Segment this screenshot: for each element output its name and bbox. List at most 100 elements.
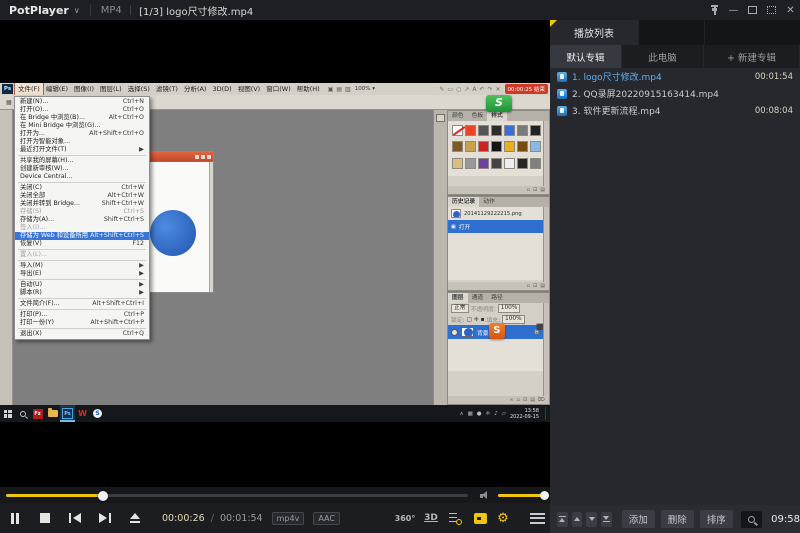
- vr-360-button[interactable]: 360°: [390, 503, 420, 533]
- file-menu-item-18[interactable]: 置入(L)...: [15, 251, 149, 259]
- style-swatch-13[interactable]: [530, 141, 541, 152]
- ps-menu-9[interactable]: 窗口(W): [263, 83, 294, 95]
- style-swatch-12[interactable]: [517, 141, 528, 152]
- close-button[interactable]: ✕: [781, 0, 800, 20]
- minimize-button[interactable]: —: [724, 0, 743, 20]
- pause-button[interactable]: [0, 503, 30, 533]
- seek-handle[interactable]: [98, 491, 108, 501]
- move-bottom-button[interactable]: [601, 512, 612, 527]
- move-up-button[interactable]: [572, 512, 583, 527]
- style-swatch-19[interactable]: [517, 158, 528, 169]
- file-menu-item-2[interactable]: 在 Bridge 中浏览(B)...Alt+Ctrl+O: [15, 114, 149, 122]
- file-menu-item-0[interactable]: 新建(N)...Ctrl+N: [15, 98, 149, 106]
- style-swatch-2[interactable]: [478, 125, 489, 136]
- ps-menu-8[interactable]: 视图(V): [235, 83, 264, 95]
- file-menu-item-4[interactable]: 打开为...Alt+Shift+Ctrl+O: [15, 130, 149, 138]
- ps-menu-5[interactable]: 滤镜(T): [153, 83, 181, 95]
- ps-menu-2[interactable]: 图像(I): [71, 83, 97, 95]
- view-3d-button[interactable]: 3D: [420, 503, 442, 533]
- tab-new-album[interactable]: + 新建专辑: [704, 45, 800, 68]
- file-menu-item-13[interactable]: 存储(S)Ctrl+S: [15, 208, 149, 216]
- style-swatch-9[interactable]: [478, 141, 489, 152]
- panel-tab-样式[interactable]: 样式: [487, 111, 507, 121]
- video-display[interactable]: Ps 文件(F)编辑(E)图像(I)图层(L)选择(S)滤镜(T)分析(A)3D…: [0, 20, 550, 487]
- panel-tab-历史记录[interactable]: 历史记录: [448, 197, 479, 207]
- ps-menu-10[interactable]: 帮助(H): [294, 83, 323, 95]
- settings-gear-icon[interactable]: ⚙: [492, 503, 514, 533]
- style-swatch-5[interactable]: [517, 125, 528, 136]
- file-menu-item-14[interactable]: 存储为(A)...Shift+Ctrl+S: [15, 216, 149, 224]
- maximize-button[interactable]: [743, 0, 762, 20]
- delete-button[interactable]: 删除: [661, 510, 694, 528]
- file-menu-item-10[interactable]: 关闭(C)Ctrl+W: [15, 184, 149, 192]
- style-swatch-8[interactable]: [465, 141, 476, 152]
- ps-menu-3[interactable]: 图层(L): [97, 83, 125, 95]
- style-swatch-3[interactable]: [491, 125, 502, 136]
- file-menu-item-8[interactable]: 创建新审核(W)...: [15, 165, 149, 173]
- style-swatch-15[interactable]: [465, 158, 476, 169]
- move-down-button[interactable]: [586, 512, 597, 527]
- file-menu-item-6[interactable]: 最近打开文件(T)▶: [15, 146, 149, 154]
- chevron-down-icon[interactable]: ∨: [74, 6, 80, 15]
- hamburger-menu-icon[interactable]: [524, 503, 550, 533]
- file-menu-item-11[interactable]: 关闭全部Alt+Ctrl+W: [15, 192, 149, 200]
- file-menu-item-9[interactable]: Device Central...: [15, 173, 149, 181]
- playlist-search-button[interactable]: [444, 503, 466, 533]
- previous-button[interactable]: [60, 503, 90, 533]
- style-swatch-10[interactable]: [491, 141, 502, 152]
- panel-tab-通道[interactable]: 通道: [468, 293, 488, 303]
- playlist-item-2[interactable]: 2. QQ录屏20220915163414.mp4: [550, 85, 800, 102]
- file-menu-item-5[interactable]: 打开为智能对象...: [15, 138, 149, 146]
- file-menu-item-1[interactable]: 打开(O)...Ctrl+O: [15, 106, 149, 114]
- style-swatch-18[interactable]: [504, 158, 515, 169]
- tab-playlist[interactable]: 播放列表: [550, 20, 638, 45]
- sort-button[interactable]: 排序: [700, 510, 733, 528]
- playlist-item-1[interactable]: 1. logo尺寸修改.mp400:01:54: [550, 68, 800, 85]
- file-menu-item-26[interactable]: 退出(X)Ctrl+Q: [15, 330, 149, 338]
- panel-tab-动作[interactable]: 动作: [479, 197, 499, 207]
- panel-tab-路径[interactable]: 路径: [487, 293, 507, 303]
- stop-button[interactable]: [30, 503, 60, 533]
- file-menu-item-16[interactable]: 存储为 Web 和设备所用格式(D)...Alt+Shift+Ctrl+S: [15, 232, 149, 240]
- panel-tab-图层[interactable]: 图层: [448, 293, 468, 303]
- ps-menu-4[interactable]: 选择(S): [125, 83, 153, 95]
- file-menu-item-19[interactable]: 导入(M)▶: [15, 262, 149, 270]
- seek-bar[interactable]: [6, 494, 468, 497]
- volume-handle[interactable]: [540, 491, 549, 500]
- file-menu-item-23[interactable]: 文件简介(F)...Alt+Shift+Ctrl+I: [15, 300, 149, 308]
- style-swatch-11[interactable]: [504, 141, 515, 152]
- file-menu-item-17[interactable]: 恢复(V)F12: [15, 240, 149, 248]
- file-menu-item-3[interactable]: 在 Mini Bridge 中浏览(G)...: [15, 122, 149, 130]
- ps-menu-7[interactable]: 3D(D): [209, 83, 234, 95]
- speaker-icon[interactable]: [480, 491, 490, 500]
- open-file-button[interactable]: [120, 503, 150, 533]
- style-swatch-20[interactable]: [530, 158, 541, 169]
- ps-menu-6[interactable]: 分析(A): [181, 83, 210, 95]
- fullscreen-button[interactable]: [762, 0, 781, 20]
- file-menu-item-22[interactable]: 脚本(R)▶: [15, 289, 149, 297]
- ps-menu-1[interactable]: 编辑(E): [43, 83, 71, 95]
- file-menu-item-15[interactable]: 签入(I)...: [15, 224, 149, 232]
- style-swatch-6[interactable]: [530, 125, 541, 136]
- style-swatch-14[interactable]: [452, 158, 463, 169]
- file-menu-item-21[interactable]: 自动(U)▶: [15, 281, 149, 289]
- tab-this-pc[interactable]: 此电脑: [622, 45, 704, 68]
- file-menu-item-24[interactable]: 打印(P)...Ctrl+P: [15, 311, 149, 319]
- ps-menu-0[interactable]: 文件(F): [15, 83, 43, 95]
- style-swatch-16[interactable]: [478, 158, 489, 169]
- style-swatch-none[interactable]: [452, 125, 463, 136]
- panel-tab-色板[interactable]: 色板: [468, 111, 488, 121]
- panel-tab-颜色[interactable]: 颜色: [448, 111, 468, 121]
- file-menu-item-7[interactable]: 共享我的屏幕(H)...: [15, 157, 149, 165]
- playlist-search-box[interactable]: [741, 511, 762, 528]
- tab-default-album[interactable]: 默认专辑: [550, 45, 622, 68]
- style-swatch-4[interactable]: [504, 125, 515, 136]
- style-swatch-7[interactable]: [452, 141, 463, 152]
- subtitle-button[interactable]: [469, 503, 491, 533]
- next-button[interactable]: [90, 503, 120, 533]
- app-menu-button[interactable]: PotPlayer: [9, 4, 69, 17]
- file-menu-item-20[interactable]: 导出(E)▶: [15, 270, 149, 278]
- file-menu-item-25[interactable]: 打印一份(Y)Alt+Shift+Ctrl+P: [15, 319, 149, 327]
- pin-icon[interactable]: [705, 0, 724, 20]
- playlist-item-3[interactable]: 3. 软件更新流程.mp400:08:04: [550, 102, 800, 119]
